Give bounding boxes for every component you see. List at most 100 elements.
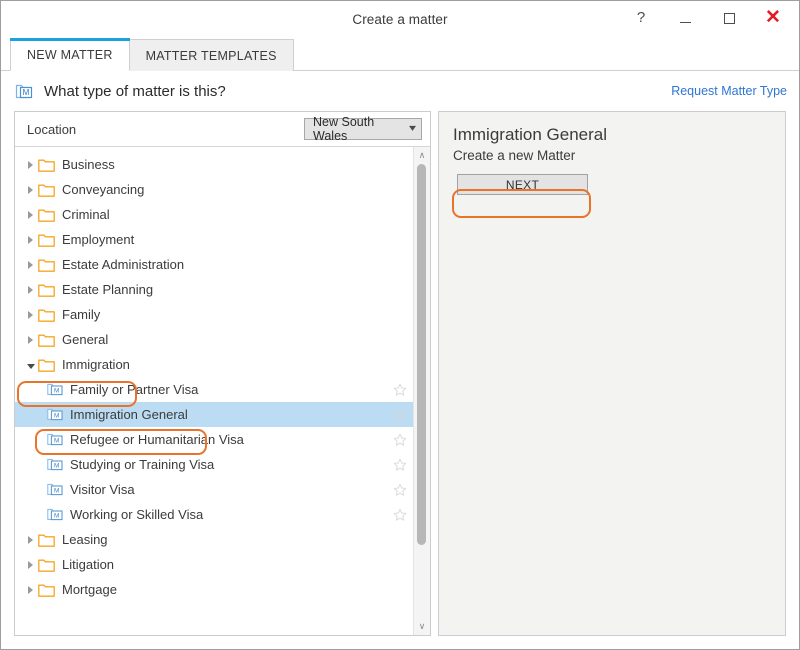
- favorite-star-icon[interactable]: [393, 483, 407, 497]
- tree-item-family-or-partner-visa[interactable]: M Family or Partner Visa: [15, 377, 413, 402]
- chevron-down-icon: ▾: [408, 123, 417, 134]
- tree-item-label: Criminal: [62, 207, 110, 222]
- detail-title: Immigration General: [453, 125, 608, 144]
- svg-text:M: M: [54, 512, 59, 519]
- tab-new-matter-label: NEW MATTER: [27, 47, 113, 62]
- page-title: What type of matter is this?: [44, 82, 226, 100]
- folder-icon: [38, 559, 55, 572]
- tree-item-business[interactable]: Business: [15, 152, 413, 177]
- folder-icon: [38, 259, 55, 272]
- expander-closed-icon[interactable]: [23, 210, 38, 219]
- question-mark-icon: ?: [636, 9, 646, 26]
- svg-text:M: M: [54, 437, 59, 444]
- matter-type-icon: M: [47, 383, 63, 396]
- expander-closed-icon[interactable]: [23, 235, 38, 244]
- tree-item-estate-planning[interactable]: Estate Planning: [15, 277, 413, 302]
- folder-icon: [38, 584, 55, 597]
- window-controls: ? ✕: [619, 1, 795, 35]
- help-button[interactable]: ?: [619, 2, 663, 34]
- folder-icon: [38, 234, 55, 247]
- expander-closed-icon[interactable]: [23, 160, 38, 169]
- tree-item-immigration-general[interactable]: M Immigration General: [15, 402, 413, 427]
- tree-item-studying-or-training-visa[interactable]: M Studying or Training Visa: [15, 452, 413, 477]
- folder-icon: [38, 284, 55, 297]
- tree-item-label: Working or Skilled Visa: [70, 507, 204, 522]
- svg-text:M: M: [54, 462, 59, 469]
- tree-item-working-or-skilled-visa[interactable]: M Working or Skilled Visa: [15, 502, 413, 527]
- tree-item-label: General: [62, 332, 109, 347]
- folder-icon: [38, 159, 55, 172]
- tree-item-label: Estate Administration: [62, 257, 185, 272]
- expander-closed-icon[interactable]: [23, 185, 38, 194]
- next-button[interactable]: NEXT: [457, 174, 588, 196]
- tree-item-immigration[interactable]: Immigration: [15, 352, 413, 377]
- matter-type-icon: M: [47, 458, 63, 471]
- expander-closed-icon[interactable]: [23, 260, 38, 269]
- matter-type-icon: M: [15, 84, 33, 99]
- tree-item-family[interactable]: Family: [15, 302, 413, 327]
- scrollbar-thumb[interactable]: [417, 164, 426, 546]
- close-icon: ✕: [765, 6, 781, 28]
- matter-type-browser: Location New South Wales ▾ Business Conve…: [14, 111, 431, 636]
- expander-closed-icon[interactable]: [23, 285, 38, 294]
- tree-item-label: Business: [62, 157, 115, 172]
- favorite-star-icon[interactable]: [393, 458, 407, 472]
- matter-type-icon: M: [47, 508, 63, 521]
- close-button[interactable]: ✕: [751, 2, 795, 34]
- tree-item-label: Studying or Training Visa: [70, 457, 215, 472]
- tree-item-label: Immigration: [62, 357, 130, 372]
- favorite-star-icon[interactable]: [393, 408, 407, 422]
- expander-closed-icon[interactable]: [23, 310, 38, 319]
- location-bar: Location New South Wales ▾: [15, 112, 430, 147]
- matter-type-icon: M: [47, 433, 63, 446]
- tree-item-employment[interactable]: Employment: [15, 227, 413, 252]
- tree-item-label: Litigation: [62, 557, 115, 572]
- tree-item-label: Visitor Visa: [70, 482, 135, 497]
- scroll-up-button[interactable]: ∧: [414, 147, 430, 164]
- tree-item-mortgage[interactable]: Mortgage: [15, 577, 413, 602]
- minimize-button[interactable]: [663, 2, 707, 34]
- tree-item-label: Conveyancing: [62, 182, 145, 197]
- tree-item-label: Estate Planning: [62, 282, 154, 297]
- create-matter-window: Create a matter ? ✕ NEW MATTER MATTER TE…: [0, 0, 800, 650]
- expander-closed-icon[interactable]: [23, 535, 38, 544]
- favorite-star-icon[interactable]: [393, 508, 407, 522]
- matter-type-icon: M: [47, 408, 63, 421]
- scroll-down-button[interactable]: ∨: [414, 618, 430, 635]
- expander-closed-icon[interactable]: [23, 335, 38, 344]
- expander-closed-icon[interactable]: [23, 560, 38, 569]
- tree-item-visitor-visa[interactable]: M Visitor Visa: [15, 477, 413, 502]
- tree-item-litigation[interactable]: Litigation: [15, 552, 413, 577]
- tree-item-label: Family: [62, 307, 101, 322]
- tree-item-criminal[interactable]: Criminal: [15, 202, 413, 227]
- scrollbar-track[interactable]: [414, 164, 430, 618]
- header-row: M What type of matter is this? Request M…: [1, 71, 799, 111]
- expander-open-icon[interactable]: [23, 361, 38, 369]
- tree-scrollbar[interactable]: ∧ ∨: [413, 147, 430, 635]
- tree-item-refugee-or-humanitarian-visa[interactable]: M Refugee or Humanitarian Visa: [15, 427, 413, 452]
- request-matter-type-link[interactable]: Request Matter Type: [671, 84, 787, 98]
- svg-text:M: M: [54, 412, 59, 419]
- matter-type-tree[interactable]: Business Conveyancing Criminal Employment Es…: [15, 147, 413, 635]
- minimize-icon: [679, 21, 691, 23]
- tree-item-label: Immigration General: [70, 407, 188, 422]
- svg-text:M: M: [23, 88, 30, 97]
- folder-icon: [38, 209, 55, 222]
- favorite-star-icon[interactable]: [393, 383, 407, 397]
- folder-icon: [38, 334, 55, 347]
- location-dropdown[interactable]: New South Wales ▾: [304, 115, 422, 143]
- tree-item-label: Mortgage: [62, 582, 117, 597]
- content-area: Location New South Wales ▾ Business Conve…: [1, 111, 799, 649]
- detail-subtitle: Create a new Matter: [453, 148, 576, 164]
- tree-item-label: Family or Partner Visa: [70, 382, 199, 397]
- tab-matter-templates[interactable]: MATTER TEMPLATES: [128, 39, 294, 71]
- svg-text:M: M: [54, 387, 59, 394]
- tree-item-general[interactable]: General: [15, 327, 413, 352]
- maximize-button[interactable]: [707, 2, 751, 34]
- tree-item-estate-administration[interactable]: Estate Administration: [15, 252, 413, 277]
- expander-closed-icon[interactable]: [23, 585, 38, 594]
- favorite-star-icon[interactable]: [393, 433, 407, 447]
- tab-new-matter[interactable]: NEW MATTER: [10, 38, 130, 71]
- tree-item-leasing[interactable]: Leasing: [15, 527, 413, 552]
- tree-item-conveyancing[interactable]: Conveyancing: [15, 177, 413, 202]
